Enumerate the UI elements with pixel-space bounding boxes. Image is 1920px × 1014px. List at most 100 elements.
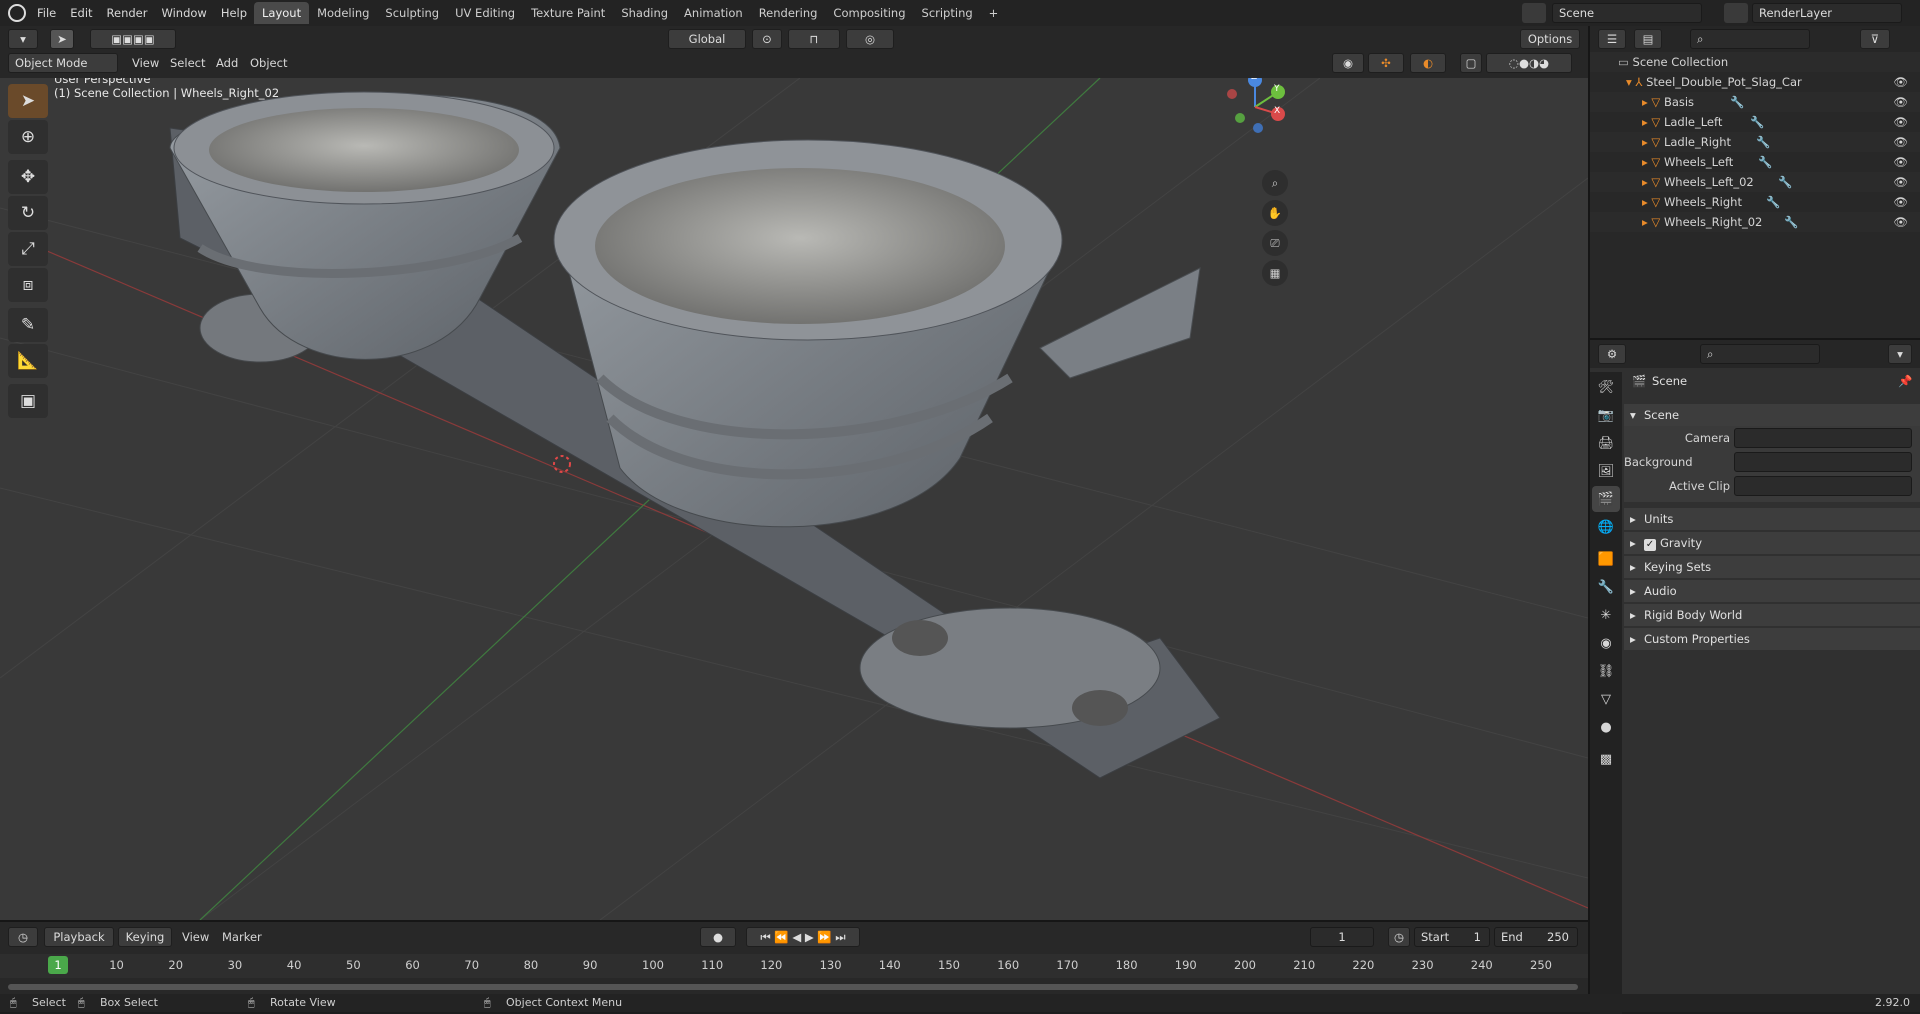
keying-sets-panel-header[interactable]: ▸ Keying Sets [1624, 556, 1920, 578]
current-frame-field[interactable]: 1 [1310, 927, 1374, 947]
particles-tab-icon[interactable]: ✳ [1592, 602, 1620, 628]
menu-edit[interactable]: Edit [63, 0, 99, 26]
use-preview-range-icon[interactable]: ◷ [1388, 927, 1410, 947]
material-tab-icon[interactable]: ● [1592, 714, 1620, 740]
object-mode-select[interactable]: Object Mode [8, 53, 118, 73]
rotate-tool-icon[interactable]: ↻ [8, 196, 48, 230]
tab-compositing[interactable]: Compositing [825, 2, 913, 24]
outliner-item-ladle-left[interactable]: ▸ ▽ Ladle_Left 🔧 👁 [1590, 112, 1920, 132]
menu-help[interactable]: Help [214, 0, 254, 26]
filter-icon[interactable]: ⊽ [1860, 29, 1890, 49]
3d-viewport[interactable]: User Perspective (1) Scene Collection | … [0, 78, 1588, 920]
transform-orientation-select[interactable]: Global [668, 29, 746, 49]
measure-tool-icon[interactable]: 📐 [8, 344, 48, 378]
playback-controls[interactable]: ⏮ ⏪ ◀ ▶ ⏩ ⏭ [746, 927, 860, 947]
options-button[interactable]: Options [1520, 29, 1580, 49]
gravity-panel-header[interactable]: ▸ ✓ Gravity [1624, 532, 1920, 554]
gravity-checkbox[interactable]: ✓ [1644, 539, 1656, 551]
rigid-body-world-panel-header[interactable]: ▸ Rigid Body World [1624, 604, 1920, 626]
selection-mode-group[interactable]: ▣▣▣▣ [90, 29, 176, 49]
active-clip-field[interactable] [1734, 476, 1912, 496]
overlay-toggle-icon[interactable]: ◐ [1410, 53, 1446, 73]
outliner-item-wheels-left[interactable]: ▸ ▽ Wheels_Left 🔧 👁 [1590, 152, 1920, 172]
object-tab-icon[interactable]: 🟧 [1592, 546, 1620, 572]
menu-view[interactable]: View [132, 53, 159, 73]
frame-ruler[interactable]: 10 20 30 40 50 60 70 80 90 100 110 120 130 140 150 160 1… [0, 954, 1588, 978]
visibility-eye-icon[interactable]: 👁 [1893, 152, 1908, 172]
world-tab-icon[interactable]: 🌐 [1592, 514, 1620, 540]
menu-render[interactable]: Render [100, 0, 155, 26]
keying-menu[interactable]: Keying [118, 927, 172, 947]
visibility-eye-icon[interactable]: 👁 [1893, 72, 1908, 92]
start-frame-field[interactable]: Start 1 [1414, 927, 1490, 947]
custom-properties-panel-header[interactable]: ▸ Custom Properties [1624, 628, 1920, 650]
proportional-edit-icon[interactable]: ◎ [846, 29, 894, 49]
end-frame-field[interactable]: End 250 [1494, 927, 1578, 947]
menu-add[interactable]: Add [216, 53, 238, 73]
outliner-item-ladle-right[interactable]: ▸ ▽ Ladle_Right 🔧 👁 [1590, 132, 1920, 152]
modifier-tab-icon[interactable]: 🔧 [1592, 574, 1620, 600]
scene-tab-icon[interactable]: 🎬 [1592, 486, 1620, 512]
properties-options-icon[interactable]: ▾ [1888, 344, 1912, 364]
properties-search-input[interactable]: ⌕ [1700, 344, 1820, 364]
pin-icon[interactable]: 📌 [1898, 374, 1912, 388]
outliner-item-wheels-left-02[interactable]: ▸ ▽ Wheels_Left_02 🔧 👁 [1590, 172, 1920, 192]
annotate-tool-icon[interactable]: ✎ [8, 308, 48, 342]
outliner-object[interactable]: ▾ ⅄ Steel_Double_Pot_Slag_Car 👁 [1590, 72, 1920, 92]
add-cube-tool-icon[interactable]: ▣ [8, 384, 48, 418]
audio-panel-header[interactable]: ▸ Audio [1624, 580, 1920, 602]
tab-texture-paint[interactable]: Texture Paint [523, 2, 613, 24]
visibility-eye-icon[interactable]: 👁 [1893, 112, 1908, 132]
playback-menu[interactable]: Playback [44, 927, 114, 947]
visibility-eye-icon[interactable]: 👁 [1893, 192, 1908, 212]
visibility-eye-icon[interactable]: 👁 [1893, 132, 1908, 152]
visibility-eye-icon[interactable]: 👁 [1893, 212, 1908, 232]
tab-sculpting[interactable]: Sculpting [377, 2, 447, 24]
physics-tab-icon[interactable]: ◉ [1592, 630, 1620, 656]
shading-mode-group[interactable]: ◌●◑◕ [1486, 53, 1572, 73]
outliner-item-basis[interactable]: ▸ ▽ Basis 🔧 👁 [1590, 92, 1920, 112]
blender-logo-icon[interactable] [8, 4, 26, 22]
scene-panel-header[interactable]: ▾ Scene [1624, 404, 1920, 426]
constraints-tab-icon[interactable]: ⛓ [1592, 658, 1620, 684]
visibility-eye-icon[interactable]: 👁 [1893, 172, 1908, 192]
render-tab-icon[interactable]: 📷 [1592, 402, 1620, 428]
transform-tool-icon[interactable]: ⧈ [8, 268, 48, 302]
tab-scripting[interactable]: Scripting [914, 2, 981, 24]
scale-tool-icon[interactable]: ⤢ [8, 232, 48, 266]
editor-type-button[interactable]: ▾ [8, 29, 38, 49]
ortho-toggle-icon[interactable]: ▦ [1262, 260, 1288, 286]
tab-layout[interactable]: Layout [254, 2, 310, 24]
outliner-item-wheels-right-02[interactable]: ▸ ▽ Wheels_Right_02 🔧 👁 [1590, 212, 1920, 232]
visibility-eye-icon[interactable]: 👁 [1893, 92, 1908, 112]
view-layer-field[interactable]: RenderLayer [1752, 3, 1902, 23]
background-scene-field[interactable] [1734, 452, 1912, 472]
texture-tab-icon[interactable]: ▩ [1592, 746, 1620, 772]
timeline-editor-icon[interactable]: ◷ [8, 927, 38, 947]
data-tab-icon[interactable]: ▽ [1592, 686, 1620, 712]
properties-editor-icon[interactable]: ⚙ [1598, 344, 1626, 364]
xray-toggle-icon[interactable]: ▢ [1460, 53, 1482, 73]
scene-selector-icon[interactable] [1522, 3, 1546, 23]
outliner-search-input[interactable]: ⌕ [1690, 29, 1810, 49]
menu-object[interactable]: Object [250, 53, 287, 73]
snap-toggle-icon[interactable]: ⊓ [788, 29, 840, 49]
tab-uv-editing[interactable]: UV Editing [447, 2, 523, 24]
tab-modeling[interactable]: Modeling [309, 2, 377, 24]
tool-tab-icon[interactable]: 🛠 [1592, 374, 1620, 400]
tab-animation[interactable]: Animation [676, 2, 751, 24]
menu-window[interactable]: Window [154, 0, 213, 26]
timeline-scrollbar[interactable] [8, 984, 1578, 990]
scene-name-field[interactable]: Scene [1552, 3, 1702, 23]
outliner-item-wheels-right[interactable]: ▸ ▽ Wheels_Right 🔧 👁 [1590, 192, 1920, 212]
zoom-icon[interactable]: ⌕ [1262, 170, 1288, 196]
cursor-tool-icon[interactable]: ⊕ [8, 120, 48, 154]
menu-select[interactable]: Select [170, 53, 205, 73]
output-tab-icon[interactable]: 🖨 [1592, 430, 1620, 456]
display-mode-icon[interactable]: ▤ [1634, 29, 1662, 49]
view-layer-tab-icon[interactable]: 🖼 [1592, 458, 1620, 484]
playhead[interactable]: 1 [48, 956, 68, 974]
visibility-icon[interactable]: ◉ [1332, 53, 1364, 73]
camera-view-icon[interactable]: ⎚ [1262, 230, 1288, 256]
outliner-root[interactable]: ▭ Scene Collection [1590, 52, 1920, 72]
